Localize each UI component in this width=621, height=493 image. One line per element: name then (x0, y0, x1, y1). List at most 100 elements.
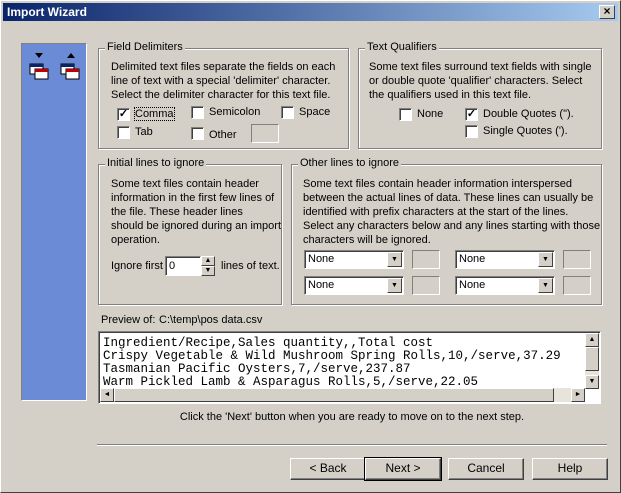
field-delimiters-group: Field Delimiters Delimited text files se… (98, 41, 349, 149)
field-delimiters-title: Field Delimiters (105, 41, 185, 53)
initial-lines-group: Initial lines to ignore Some text files … (98, 157, 282, 305)
prefix-text-2[interactable] (563, 250, 591, 269)
check-icon: ✓ (466, 108, 477, 120)
preview-horizontal-scrollbar[interactable]: ◄ ► (100, 388, 585, 402)
scroll-right-button[interactable]: ► (571, 388, 585, 402)
single-quotes-label[interactable]: Single Quotes ('). (483, 125, 568, 137)
ignore-first-spinner[interactable]: ▲ ▼ (201, 256, 215, 276)
double-quotes-checkbox[interactable]: ✓ (465, 108, 478, 121)
scroll-up-button[interactable]: ▲ (585, 333, 599, 347)
initial-lines-line-4: should be ignored during an import (111, 220, 282, 232)
other-label[interactable]: Other (209, 129, 237, 141)
prefix-combo-2-value: None (459, 253, 486, 265)
prefix-text-1[interactable] (412, 250, 440, 269)
next-button[interactable]: Next > (364, 457, 442, 481)
text-qualifiers-line-2: or double quote 'qualifier' characters. … (369, 75, 583, 87)
comma-label[interactable]: Comma (134, 107, 175, 121)
chevron-down-icon: ▼ (391, 282, 398, 289)
down-arrow-icon: ▼ (588, 378, 596, 385)
cancel-button[interactable]: Cancel (448, 458, 524, 480)
spin-down-button[interactable]: ▼ (201, 266, 215, 276)
prefix-combo-3-value: None (308, 279, 335, 291)
double-quotes-label[interactable]: Double Quotes ("). (483, 108, 574, 120)
comma-checkbox[interactable]: ✓ (117, 108, 130, 121)
prefix-text-4[interactable] (563, 276, 591, 295)
preview-path: C:\temp\pos data.csv (159, 314, 263, 326)
field-delimiters-line-1: Delimited text files separate the fields… (111, 61, 336, 73)
initial-lines-line-3: the file. These header lines (111, 206, 243, 218)
title-bar[interactable]: Import Wizard × (3, 3, 618, 21)
field-delimiters-line-2: line of text with a special 'delimiter' … (111, 75, 331, 87)
semicolon-label[interactable]: Semicolon (209, 106, 260, 118)
other-lines-line-1: Some text files contain header informati… (303, 178, 573, 190)
preview-vertical-scrollbar[interactable]: ▲ ▼ (585, 333, 599, 389)
field-delimiters-line-3: Select the delimiter character for this … (111, 89, 331, 101)
none-qualifier-checkbox[interactable] (399, 108, 412, 121)
ignore-first-value: 0 (169, 260, 176, 272)
initial-lines-title: Initial lines to ignore (105, 157, 207, 169)
initial-lines-line-1: Some text files contain header (111, 178, 259, 190)
none-qualifier-label[interactable]: None (417, 108, 443, 120)
windows-transfer-icon (29, 53, 80, 80)
other-lines-line-4: Select any characters below and any line… (303, 220, 601, 232)
tab-checkbox[interactable] (117, 126, 130, 139)
prefix-text-3[interactable] (412, 276, 440, 295)
prefix-combo-1-value: None (308, 253, 335, 265)
right-arrow-icon: ► (574, 391, 582, 398)
text-qualifiers-group: Text Qualifiers Some text files surround… (358, 41, 602, 149)
wizard-side-panel (21, 43, 87, 401)
down-arrow-icon: ▼ (204, 267, 212, 274)
back-button[interactable]: < Back (290, 458, 366, 480)
left-arrow-icon: ◄ (103, 391, 111, 398)
chevron-down-icon: ▼ (542, 282, 549, 289)
initial-lines-line-2: information in the first few lines of (111, 192, 275, 204)
lines-of-text-label: lines of text. (221, 260, 280, 272)
ignore-first-label: Ignore first (111, 260, 163, 272)
chevron-down-icon: ▼ (391, 256, 398, 263)
other-lines-line-2: between the actual lines of data. These … (303, 192, 594, 204)
prefix-combo-3[interactable]: None ▼ (304, 276, 404, 295)
help-button[interactable]: Help (532, 458, 608, 480)
chevron-down-icon: ▼ (542, 256, 549, 263)
text-qualifiers-line-1: Some text files surround text fields wit… (369, 61, 592, 73)
check-icon: ✓ (118, 108, 129, 120)
ignore-first-input[interactable]: 0 (165, 256, 201, 276)
up-arrow-icon: ▲ (204, 257, 212, 264)
dropdown-button[interactable]: ▼ (538, 252, 553, 267)
dropdown-button[interactable]: ▼ (387, 278, 402, 293)
initial-lines-line-5: operation. (111, 234, 160, 246)
scroll-down-button[interactable]: ▼ (585, 375, 599, 389)
close-icon: × (603, 4, 611, 18)
prefix-combo-2[interactable]: None ▼ (455, 250, 555, 269)
horizontal-scroll-thumb[interactable] (114, 388, 554, 402)
vertical-scroll-thumb[interactable] (585, 347, 599, 371)
other-lines-title: Other lines to ignore (298, 157, 402, 169)
dropdown-button[interactable]: ▼ (387, 252, 402, 267)
space-label[interactable]: Space (299, 106, 330, 118)
other-lines-line-5: characters will be ignored. (303, 234, 431, 246)
spin-up-button[interactable]: ▲ (201, 256, 215, 266)
text-qualifiers-title: Text Qualifiers (365, 41, 439, 53)
dropdown-button[interactable]: ▼ (538, 278, 553, 293)
window-title: Import Wizard (7, 5, 87, 19)
preview-textbox[interactable]: Ingredient/Recipe,Sales quantity,,Total … (98, 331, 601, 404)
other-checkbox[interactable] (191, 127, 204, 140)
text-qualifiers-line-3: the qualifiers used in this text file. (369, 89, 532, 101)
prefix-combo-4[interactable]: None ▼ (455, 276, 555, 295)
up-arrow-icon: ▲ (588, 336, 596, 343)
prefix-combo-1[interactable]: None ▼ (304, 250, 404, 269)
other-delimiter-input[interactable] (251, 124, 279, 143)
semicolon-checkbox[interactable] (191, 106, 204, 119)
single-quotes-checkbox[interactable] (465, 125, 478, 138)
space-checkbox[interactable] (281, 106, 294, 119)
scroll-left-button[interactable]: ◄ (100, 388, 114, 402)
preview-label: Preview of: (101, 314, 156, 326)
close-button[interactable]: × (599, 5, 615, 19)
tab-label[interactable]: Tab (135, 126, 153, 138)
button-separator (97, 444, 607, 446)
import-wizard-window: Import Wizard × Field Delimiters Delimit… (0, 0, 621, 493)
other-lines-line-3: identified with prefix characters at the… (303, 206, 569, 218)
next-step-hint: Click the 'Next' button when you are rea… (179, 411, 525, 423)
prefix-combo-4-value: None (459, 279, 486, 291)
other-lines-group: Other lines to ignore Some text files co… (291, 157, 602, 305)
